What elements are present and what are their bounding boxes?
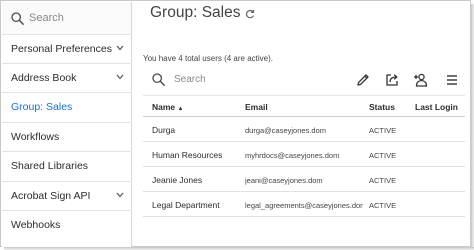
column-header-email[interactable]: Email (245, 102, 268, 112)
page-title-text: Group: Sales (150, 4, 241, 21)
table-row[interactable]: Durga durga@caseyjones.dom ACTIVE (143, 117, 465, 142)
sidebar-item-shared-libraries[interactable]: Shared Libraries (2, 151, 132, 180)
column-header-name[interactable]: Name ▲ (152, 102, 183, 112)
sidebar-item-label: Webhooks (11, 219, 61, 231)
column-header-status[interactable]: Status (369, 102, 395, 112)
table-toolbar: Search (143, 67, 465, 93)
sidebar-item-label: Acrobat Sign API (11, 190, 91, 202)
menu-icon[interactable] (444, 72, 460, 88)
export-share-icon[interactable] (384, 72, 400, 88)
column-header-label: Name (152, 102, 176, 112)
refresh-icon[interactable] (245, 9, 255, 19)
sidebar-search[interactable]: Search (2, 2, 131, 34)
chevron-down-icon (116, 74, 124, 80)
sidebar-item-label: Workflows (11, 131, 60, 143)
cell-name: Legal Department (152, 200, 220, 210)
table-row[interactable]: Human Resources myhrdocs@caseyjones.dom … (143, 142, 465, 167)
chevron-down-icon (116, 192, 124, 198)
cell-email: jeani@caseyjones.dom (245, 176, 323, 185)
cell-status: ACTIVE (369, 201, 397, 210)
search-input[interactable]: Search (174, 74, 206, 85)
cell-status: ACTIVE (369, 126, 397, 135)
sidebar-item-personal-preferences[interactable]: Personal Preferences (2, 34, 132, 63)
cell-email: legal_agreements@caseyjones.dom (245, 201, 363, 210)
cell-status: ACTIVE (369, 176, 397, 185)
sidebar-item-label: Group: Sales (11, 101, 73, 113)
sidebar-item-label: Personal Preferences (11, 43, 112, 55)
table-row[interactable]: Legal Department legal_agreements@caseyj… (143, 192, 465, 217)
cell-name: Human Resources (152, 150, 223, 160)
sidebar-search-placeholder: Search (29, 12, 64, 24)
table-row[interactable]: Jeanie Jones jeani@caseyjones.dom ACTIVE (143, 167, 465, 192)
cell-name: Durga (152, 125, 176, 135)
table-header: Name ▲ Email Status Last Login (143, 95, 465, 117)
sidebar-item-address-book[interactable]: Address Book (2, 63, 132, 92)
users-table: Name ▲ Email Status Last Login Durga dur… (143, 95, 465, 217)
window-frame: Search Personal Preferences Address Book… (0, 0, 471, 247)
sidebar-item-workflows[interactable]: Workflows (2, 122, 132, 151)
cell-name: Jeanie Jones (152, 175, 203, 185)
column-header-last-login[interactable]: Last Login (415, 102, 458, 112)
add-user-icon[interactable] (413, 72, 429, 88)
search-icon (152, 73, 165, 86)
sidebar-item-group-sales[interactable]: Group: Sales (2, 92, 132, 121)
cell-email: myhrdocs@caseyjones.dom (245, 151, 340, 160)
sidebar-item-label: Shared Libraries (11, 160, 89, 172)
search-icon (11, 11, 24, 25)
edit-pencil-icon[interactable] (355, 72, 371, 88)
sort-ascending-icon: ▲ (177, 106, 184, 112)
sidebar: Search Personal Preferences Address Book… (2, 2, 132, 247)
sidebar-item-label: Address Book (11, 72, 77, 84)
page-title: Group: Sales (150, 2, 255, 24)
cell-status: ACTIVE (369, 151, 397, 160)
user-count-summary: You have 4 total users (4 are active). (143, 54, 273, 63)
chevron-down-icon (116, 45, 124, 51)
sidebar-item-webhooks[interactable]: Webhooks (2, 210, 132, 239)
sidebar-item-acrobat-sign-api[interactable]: Acrobat Sign API (2, 181, 132, 210)
cell-email: durga@caseyjones.dom (245, 126, 326, 135)
